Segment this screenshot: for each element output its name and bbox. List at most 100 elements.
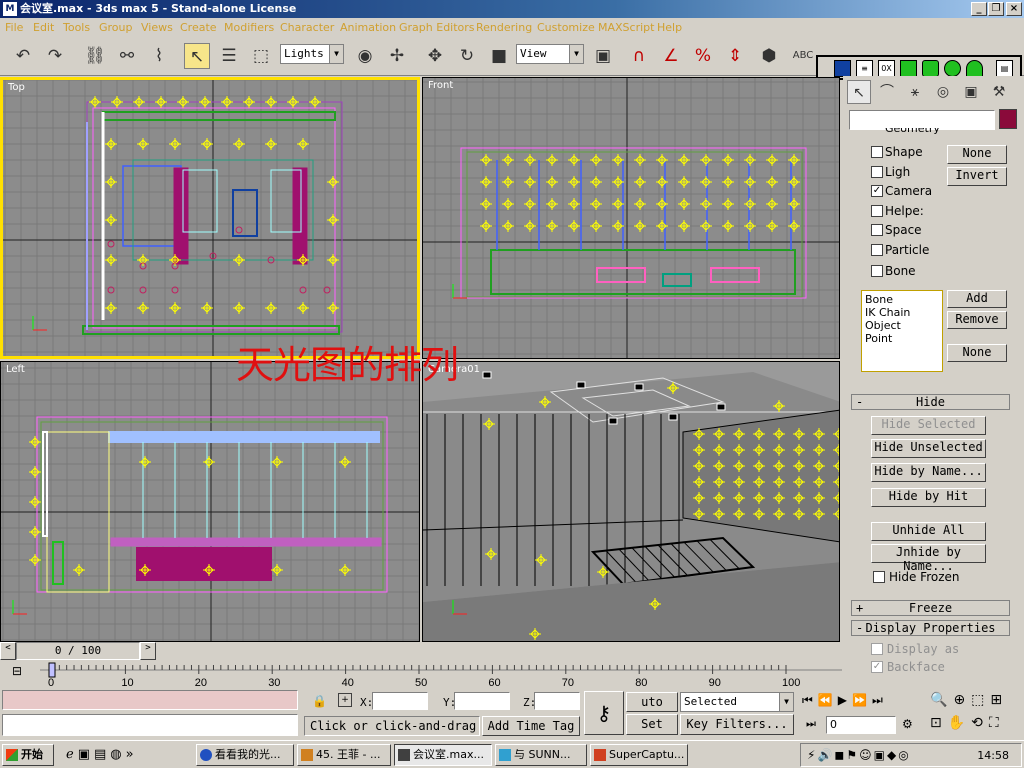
- current-frame-field[interactable]: 0: [826, 716, 896, 734]
- hide-by-name-button[interactable]: Hide by Name...: [871, 463, 986, 482]
- list-remove-button[interactable]: Remove: [947, 311, 1007, 329]
- playback-controls[interactable]: ⏮⏪▶⏩⏭: [802, 693, 888, 708]
- filter-particle-checkbox[interactable]: [871, 244, 883, 256]
- backface-checkbox[interactable]: ✓: [871, 661, 883, 673]
- hide-selected-button[interactable]: Hide Selected: [871, 416, 986, 435]
- list-icon[interactable]: ≡: [856, 60, 873, 77]
- taskbar-item[interactable]: SuperCaptu...: [590, 744, 688, 766]
- tray-icon[interactable]: ▣: [874, 748, 887, 762]
- tray-icon[interactable]: ◆: [887, 748, 898, 762]
- reference-coord-dropdown[interactable]: View ▼: [516, 44, 584, 64]
- list-none-button[interactable]: None: [947, 344, 1007, 362]
- layers-icon[interactable]: ▤: [996, 60, 1013, 77]
- filter-bone-checkbox[interactable]: [871, 265, 883, 277]
- region-zoom-icon[interactable]: ⊡: [930, 715, 948, 731]
- hide-unselected-button[interactable]: Hide Unselected: [871, 439, 986, 458]
- close-button[interactable]: ×: [1006, 2, 1022, 16]
- menu-edit[interactable]: Edit: [33, 21, 54, 34]
- viewport-label-front[interactable]: Front: [428, 80, 453, 91]
- snap-3d-icon[interactable]: ∩: [626, 43, 652, 69]
- object-color-swatch[interactable]: [999, 109, 1017, 129]
- select-rotate-icon[interactable]: ↻: [454, 43, 480, 69]
- maximize-viewport-icon[interactable]: ⛶: [989, 715, 1005, 731]
- filter-camera-checkbox[interactable]: ✓: [871, 185, 883, 197]
- percent-snap-icon[interactable]: %: [690, 43, 716, 69]
- ox-icon[interactable]: 0X: [878, 60, 895, 77]
- menu-character[interactable]: Character: [280, 21, 334, 34]
- menu-customize[interactable]: Customize: [537, 21, 595, 34]
- select-move-pivot-icon[interactable]: ✢: [384, 43, 410, 69]
- selection-filter-dropdown[interactable]: Lights ▼: [280, 44, 344, 64]
- ie-icon[interactable]: ℯ: [66, 747, 78, 762]
- utilities-tab-icon[interactable]: ⚒: [987, 80, 1011, 104]
- filter-none-button[interactable]: None: [947, 145, 1007, 164]
- display-properties-rollout-header[interactable]: - Display Properties: [851, 620, 1010, 636]
- list-item[interactable]: Bone: [865, 293, 939, 306]
- desktop-icon[interactable]: ▤: [94, 747, 110, 762]
- cylinder-icon[interactable]: [922, 60, 939, 77]
- display-as-checkbox[interactable]: [871, 643, 883, 655]
- arc-rotate-icon[interactable]: ⟲: [971, 715, 989, 731]
- filter-shape-checkbox[interactable]: [871, 146, 883, 158]
- mirror-icon[interactable]: ABC: [790, 43, 816, 69]
- object-name-field[interactable]: [849, 110, 995, 130]
- goto-start-icon[interactable]: ⏮: [802, 693, 818, 707]
- cone-icon[interactable]: [966, 60, 983, 77]
- link-icon[interactable]: ⛓: [82, 43, 108, 69]
- zoom-all-icon[interactable]: ⊕: [953, 692, 971, 708]
- viewport-label-left[interactable]: Left: [6, 364, 25, 375]
- pan-icon[interactable]: ✋: [948, 715, 971, 731]
- menu-tools[interactable]: Tools: [63, 21, 90, 34]
- freeze-rollout-header[interactable]: + Freeze: [851, 600, 1010, 616]
- create-tab-icon[interactable]: ↖: [847, 80, 871, 104]
- minimize-button[interactable]: _: [971, 2, 987, 16]
- zoom-extents-all-icon[interactable]: ⊞: [990, 692, 1008, 708]
- named-selection-icon[interactable]: ⬢: [756, 43, 782, 69]
- menu-maxscript[interactable]: MAXScript: [598, 21, 654, 34]
- viewport-icon[interactable]: [834, 60, 851, 77]
- y-coord-field[interactable]: [454, 692, 510, 710]
- window-crossing-icon[interactable]: ◉: [352, 43, 378, 69]
- menu-views[interactable]: Views: [141, 21, 173, 34]
- set-key-button[interactable]: Set Key: [626, 714, 678, 735]
- goto-end-icon[interactable]: ⏭: [872, 693, 888, 707]
- speaker-icon[interactable]: 🔊: [817, 748, 834, 762]
- menu-graph-editors[interactable]: Graph Editors: [399, 21, 475, 34]
- hide-rollout-header[interactable]: - Hide: [851, 394, 1010, 410]
- key-icon[interactable]: ⚷: [584, 691, 624, 735]
- menu-modifiers[interactable]: Modifiers: [224, 21, 274, 34]
- viewport-left[interactable]: Left: [0, 361, 420, 642]
- hide-by-hit-button[interactable]: Hide by Hit: [871, 488, 986, 507]
- modify-tab-icon[interactable]: ⌒: [875, 80, 899, 104]
- z-coord-field[interactable]: [534, 692, 580, 710]
- rect-selection-icon[interactable]: ⬚: [248, 43, 274, 69]
- menu-help[interactable]: Help: [657, 21, 682, 34]
- list-item[interactable]: Point: [865, 332, 939, 345]
- start-button[interactable]: 开始: [2, 744, 54, 766]
- redo-icon[interactable]: ↷: [42, 43, 68, 69]
- lock-icon[interactable]: 🔒: [312, 694, 327, 708]
- track-bar[interactable]: ⊟ 0 10 20 30 40 50 60 70 80 90 100: [0, 662, 842, 688]
- prev-key-icon[interactable]: ⏪: [818, 693, 838, 707]
- select-object-icon[interactable]: ↖: [184, 43, 210, 69]
- filter-spacewarp-checkbox[interactable]: [871, 224, 883, 236]
- select-move-icon[interactable]: ✥: [422, 43, 448, 69]
- zoom-extents-icon[interactable]: ⬚: [971, 692, 990, 708]
- prev-frame-icon[interactable]: <: [0, 642, 16, 660]
- next-frame-icon[interactable]: >: [140, 642, 156, 660]
- taskbar-item[interactable]: 与 SUNN...: [495, 744, 587, 766]
- more-icon[interactable]: »: [126, 747, 138, 762]
- pivot-center-icon[interactable]: ▣: [590, 43, 616, 69]
- x-coord-field[interactable]: [372, 692, 428, 710]
- hierarchy-tab-icon[interactable]: ⚹: [903, 80, 927, 104]
- select-by-name-icon[interactable]: ☰: [216, 43, 242, 69]
- explorer-icon[interactable]: ▣: [78, 747, 94, 762]
- object-type-list[interactable]: Bone IK Chain Object Point: [861, 290, 943, 372]
- taskbar-item-active[interactable]: 会议室.max...: [394, 744, 492, 766]
- unlink-icon[interactable]: ⚯: [114, 43, 140, 69]
- app-icon[interactable]: M: [3, 2, 17, 16]
- viewport-label-top[interactable]: Top: [8, 82, 25, 93]
- play-icon[interactable]: ▶: [838, 693, 852, 707]
- maxscript-input-field[interactable]: [2, 714, 298, 736]
- viewport-top[interactable]: Top: [0, 77, 420, 359]
